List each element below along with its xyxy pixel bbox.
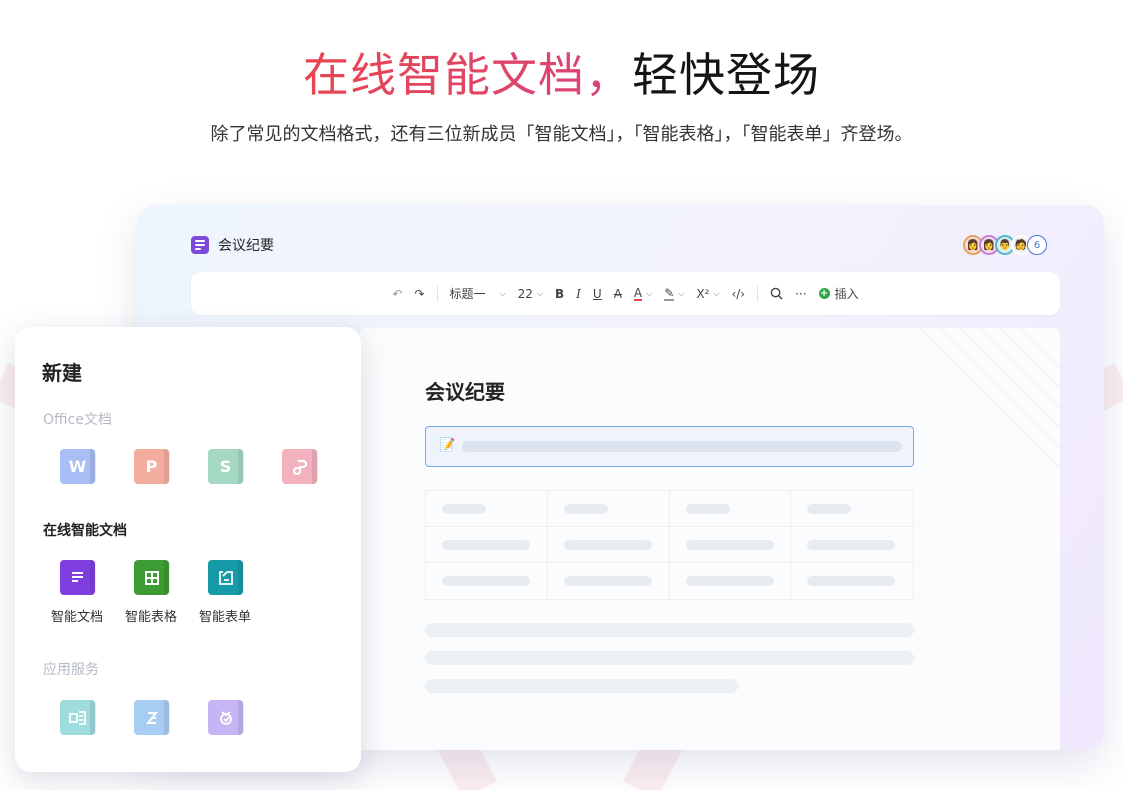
underline-button[interactable]: U bbox=[587, 280, 608, 308]
memo-icon: 📝 bbox=[439, 438, 456, 453]
heading-select-value: 标题一 bbox=[449, 287, 486, 301]
heading-select[interactable]: 标题一 ⌵ bbox=[444, 280, 512, 308]
smart-form-icon[interactable] bbox=[208, 560, 244, 595]
app-service-3-glyph bbox=[219, 710, 232, 725]
panel-title: 新建 bbox=[42, 361, 82, 385]
font-size-select[interactable]: 22 ⌵ bbox=[512, 280, 549, 308]
collaborator-avatars[interactable]: 👩 👩 👨 🧑 6 bbox=[963, 235, 1047, 255]
smart-sheet-icon[interactable] bbox=[134, 560, 170, 595]
smart-doc-icon[interactable] bbox=[60, 560, 96, 595]
code-button[interactable]: ‹/› bbox=[725, 280, 751, 308]
hero-title-highlight: 在线智能文档， bbox=[303, 48, 632, 102]
strikethrough-button[interactable]: A bbox=[608, 280, 628, 308]
italic-icon: I bbox=[576, 286, 581, 301]
sheet-icon-glyph: S bbox=[219, 457, 232, 476]
table-cell[interactable] bbox=[547, 527, 670, 563]
office-section-label: Office文档 bbox=[43, 412, 112, 428]
app-service-3-icon[interactable] bbox=[208, 700, 244, 735]
superscript-button[interactable]: X² ⌵ bbox=[690, 280, 725, 308]
more-button[interactable]: ··· bbox=[789, 280, 812, 308]
undo-icon: ↶ bbox=[392, 286, 403, 301]
ppt-icon-glyph: P bbox=[145, 457, 158, 476]
table-cell[interactable] bbox=[669, 491, 792, 527]
insert-button[interactable]: + 插入 bbox=[813, 280, 865, 308]
table-cell[interactable] bbox=[426, 527, 548, 563]
toolbar-divider bbox=[436, 285, 438, 302]
search-button[interactable] bbox=[764, 280, 789, 308]
redo-button[interactable]: ↷ bbox=[408, 280, 430, 308]
highlighter-icon: ✎ bbox=[664, 285, 675, 301]
collaborator-count[interactable]: 6 bbox=[1027, 235, 1047, 255]
document-table[interactable] bbox=[425, 490, 914, 600]
italic-button[interactable]: I bbox=[570, 280, 587, 308]
text-line-placeholder bbox=[425, 623, 914, 637]
text-input-block[interactable]: 📝 bbox=[425, 426, 914, 467]
strikethrough-icon: A bbox=[613, 286, 622, 301]
smart-doc-icon bbox=[191, 236, 209, 254]
table-cell[interactable] bbox=[547, 491, 670, 527]
smart-section-label: 在线智能文档 bbox=[43, 523, 127, 539]
highlight-button[interactable]: ✎ ⌵ bbox=[658, 280, 690, 308]
table-cell[interactable] bbox=[669, 527, 792, 563]
doc-title: 会议纪要 bbox=[218, 238, 274, 254]
smart-sheet-label[interactable]: 智能表格 bbox=[111, 606, 191, 625]
smart-sheet-glyph bbox=[144, 570, 159, 585]
text-line-placeholder bbox=[425, 679, 738, 693]
chevron-down-icon: ⌵ bbox=[713, 288, 720, 298]
superscript-icon: X² bbox=[696, 286, 710, 301]
sheet-icon[interactable]: S bbox=[208, 449, 244, 484]
chevron-down-icon: ⌵ bbox=[499, 288, 506, 298]
ppt-icon[interactable]: P bbox=[134, 449, 170, 484]
smart-doc-label[interactable]: 智能文档 bbox=[37, 606, 117, 625]
table-cell[interactable] bbox=[791, 563, 913, 599]
pdf-icon[interactable] bbox=[282, 449, 318, 484]
search-icon bbox=[770, 287, 783, 300]
more-icon: ··· bbox=[795, 286, 807, 301]
code-icon: ‹/› bbox=[731, 286, 746, 301]
editor-title-bar: 会议纪要 bbox=[191, 235, 274, 255]
placeholder-bar bbox=[462, 441, 902, 452]
word-icon[interactable]: W bbox=[60, 449, 96, 484]
bold-icon: B bbox=[555, 286, 565, 301]
undo-button[interactable]: ↶ bbox=[386, 280, 408, 308]
smart-form-label[interactable]: 智能表单 bbox=[185, 606, 265, 625]
chevron-down-icon: ⌵ bbox=[536, 288, 543, 298]
hero-title-rest: 轻快登场 bbox=[632, 48, 820, 102]
smart-doc-glyph bbox=[71, 571, 83, 582]
chevron-down-icon: ⌵ bbox=[678, 288, 685, 298]
font-size-value: 22 bbox=[517, 286, 533, 301]
table-cell[interactable] bbox=[548, 563, 670, 599]
app-service-1-icon[interactable] bbox=[60, 700, 96, 735]
app-section-label: 应用服务 bbox=[43, 662, 99, 678]
plus-icon: + bbox=[818, 288, 830, 299]
redo-icon: ↷ bbox=[414, 286, 425, 301]
word-icon-glyph: W bbox=[68, 457, 87, 476]
app-service-2-icon[interactable] bbox=[134, 700, 170, 735]
app-service-1-glyph bbox=[68, 710, 86, 725]
smart-form-glyph bbox=[218, 570, 233, 585]
page-title[interactable]: 会议纪要 bbox=[425, 376, 505, 405]
hero-subtitle: 除了常见的文档格式，还有三位新成员「智能文档」，「智能表格」，「智能表单」齐登场… bbox=[210, 124, 913, 145]
toolbar-divider bbox=[757, 285, 759, 302]
table-cell[interactable] bbox=[670, 563, 792, 599]
chevron-down-icon: ⌵ bbox=[646, 288, 653, 298]
text-line-placeholder bbox=[425, 651, 914, 665]
format-toolbar: ↶ ↷ 标题一 ⌵ 22 ⌵ B I U A A ⌵ ✎ ⌵ X² ⌵ ‹/› ··· +… bbox=[191, 272, 1060, 315]
bold-button[interactable]: B bbox=[549, 280, 570, 308]
table-cell[interactable] bbox=[426, 491, 548, 527]
insert-label: 插入 bbox=[834, 287, 859, 301]
app-service-2-glyph bbox=[145, 711, 158, 724]
hero-title: 在线智能文档，轻快登场 bbox=[0, 46, 1123, 104]
underline-icon: U bbox=[592, 286, 602, 301]
text-color-button[interactable]: A ⌵ bbox=[628, 280, 658, 308]
table-cell[interactable] bbox=[791, 491, 913, 527]
pdf-glyph bbox=[292, 459, 307, 475]
text-color-icon: A bbox=[633, 285, 643, 301]
table-cell[interactable] bbox=[426, 563, 548, 599]
table-cell[interactable] bbox=[791, 527, 913, 563]
